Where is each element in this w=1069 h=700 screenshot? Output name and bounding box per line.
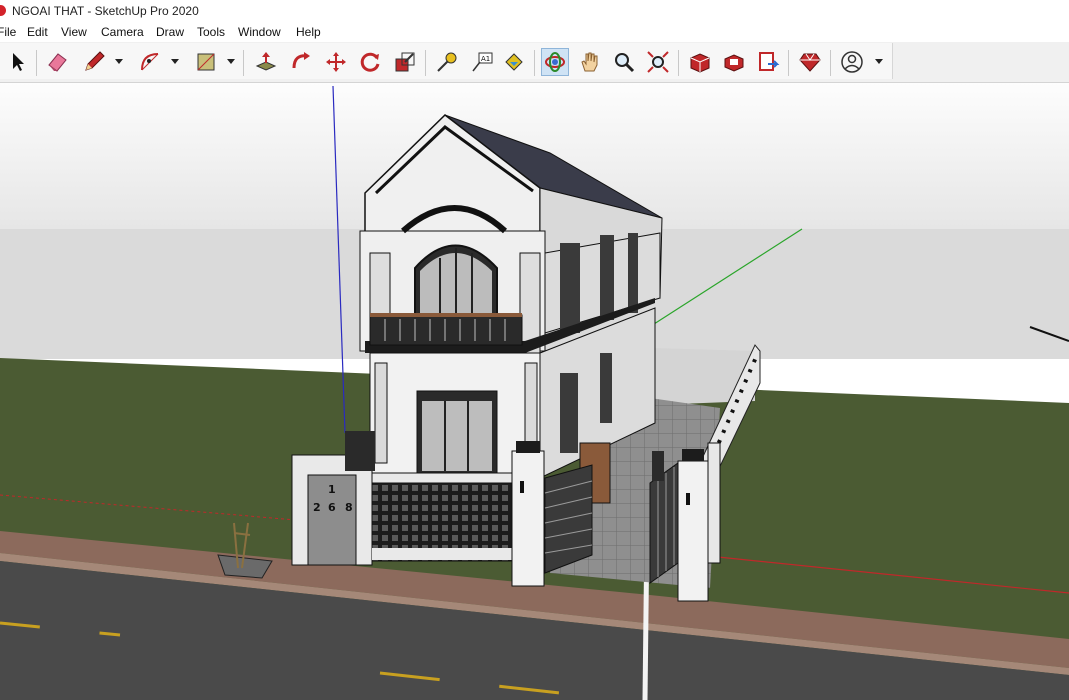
push-pull-tool[interactable]: [252, 48, 280, 76]
send-to-layout-button[interactable]: [754, 48, 782, 76]
extension-warehouse-icon: [724, 54, 744, 72]
orbit-icon: [545, 52, 565, 72]
toolbar-separator: [678, 50, 679, 76]
title-bar: NGOAI THAT - SketchUp Pro 2020: [0, 0, 1069, 22]
menu-camera[interactable]: Camera: [101, 25, 144, 39]
tape-measure-tool[interactable]: [433, 48, 461, 76]
warehouse-icon: [690, 53, 710, 73]
eraser-tool[interactable]: [43, 48, 71, 76]
3d-warehouse-button[interactable]: [686, 48, 714, 76]
sketchup-logo-icon: [0, 5, 6, 16]
rotate-icon: [360, 52, 380, 72]
rectangle-icon: [197, 53, 215, 71]
menu-help[interactable]: Help: [296, 25, 321, 39]
menu-bar: File Edit View Camera Draw Tools Window …: [0, 22, 1069, 42]
toolbar-separator: [788, 50, 789, 76]
layout-icon: [759, 52, 780, 71]
scale-tool[interactable]: [391, 48, 419, 76]
move-icon: [326, 52, 346, 72]
main-toolbar: A1: [0, 42, 1069, 83]
toolbar-separator: [243, 50, 244, 76]
extension-manager-button[interactable]: [796, 48, 824, 76]
rotate-tool[interactable]: [356, 48, 384, 76]
tape-measure-icon: [437, 52, 457, 72]
text-tool[interactable]: A1: [468, 48, 496, 76]
menu-draw[interactable]: Draw: [156, 25, 184, 39]
follow-me-tool[interactable]: [288, 48, 316, 76]
hand-icon: [581, 52, 598, 72]
toolbar-separator: [830, 50, 831, 76]
menu-window[interactable]: Window: [238, 25, 281, 39]
zoom-extents-tool[interactable]: [644, 48, 672, 76]
rectangle-tool[interactable]: [192, 48, 220, 76]
toolbar-separator: [534, 50, 535, 76]
arc-dropdown-icon[interactable]: [170, 56, 180, 66]
svg-text:A1: A1: [481, 55, 490, 63]
house-number-digit: 8: [345, 501, 353, 514]
text-icon: A1: [472, 52, 493, 72]
push-pull-icon: [255, 52, 277, 71]
menu-view[interactable]: View: [61, 25, 87, 39]
3d-scene: 1 2 6 8: [0, 83, 1069, 700]
modeling-viewport[interactable]: 1 2 6 8: [0, 83, 1069, 700]
house-number-digit: 6: [328, 501, 336, 514]
pencil-icon: [85, 51, 105, 71]
account-dropdown-icon[interactable]: [874, 56, 884, 66]
select-tool[interactable]: [3, 48, 31, 76]
line-dropdown-icon[interactable]: [114, 56, 124, 66]
toolbar-separator: [425, 50, 426, 76]
paint-bucket-icon: [505, 53, 523, 71]
magnifier-icon: [615, 53, 635, 73]
user-icon: [841, 51, 863, 73]
menu-tools[interactable]: Tools: [197, 25, 225, 39]
window-title: NGOAI THAT - SketchUp Pro 2020: [12, 4, 199, 18]
gate-pillar-right: [677, 460, 709, 602]
balcony-railing: [369, 314, 523, 346]
eraser-icon: [48, 53, 67, 72]
menu-edit[interactable]: Edit: [27, 25, 48, 39]
toolbar-separator: [36, 50, 37, 76]
follow-me-icon: [292, 52, 310, 69]
sliding-gate-left: [544, 464, 593, 574]
paint-bucket-tool[interactable]: [500, 48, 528, 76]
orbit-tool[interactable]: [541, 48, 569, 76]
house-number-digit: 2: [313, 501, 321, 514]
pan-tool[interactable]: [576, 48, 604, 76]
house-number-digit: 1: [328, 483, 336, 496]
zoom-tool[interactable]: [610, 48, 638, 76]
menu-file[interactable]: File: [0, 25, 16, 39]
account-button[interactable]: [838, 48, 866, 76]
ruby-icon: [799, 53, 821, 72]
line-tool[interactable]: [80, 48, 108, 76]
gate-pillar-left: [511, 450, 545, 587]
scale-icon: [395, 52, 415, 72]
move-tool[interactable]: [322, 48, 350, 76]
arc-icon: [141, 53, 159, 71]
zoom-extents-icon: [647, 51, 669, 73]
shape-dropdown-icon[interactable]: [226, 56, 236, 66]
extension-warehouse-button[interactable]: [720, 48, 748, 76]
arc-tool[interactable]: [136, 48, 164, 76]
arrow-cursor-icon: [13, 53, 24, 71]
